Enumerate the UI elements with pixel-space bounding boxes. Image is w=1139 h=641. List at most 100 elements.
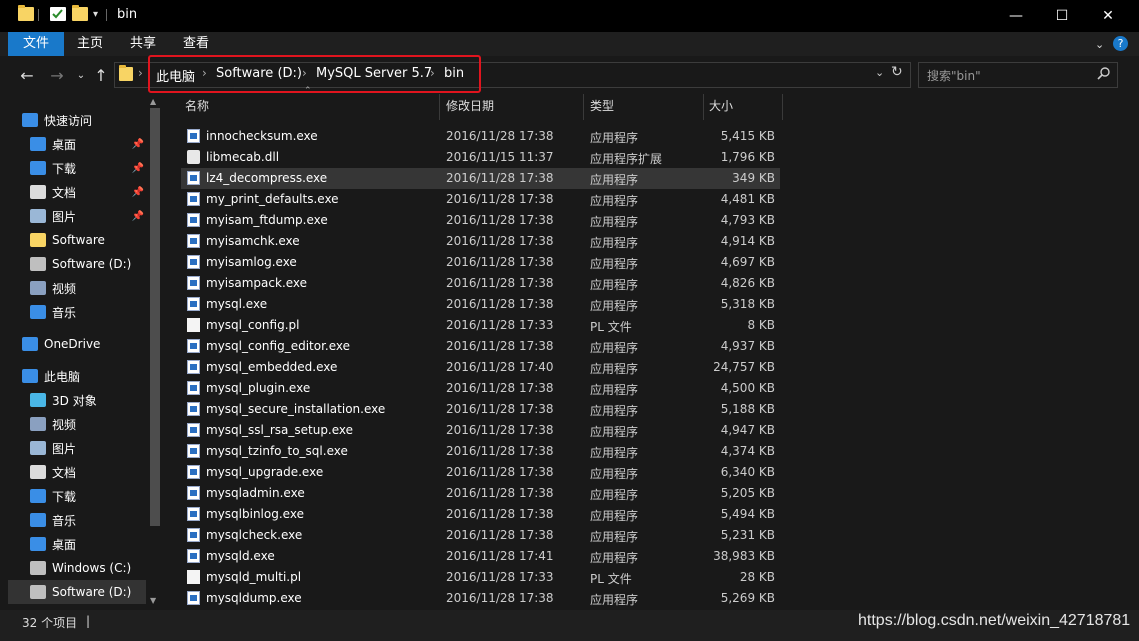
close-button[interactable]: ✕ — [1085, 0, 1131, 32]
file-row[interactable]: myisampack.exe 2016/11/28 17:38 应用程序 4,826 … — [181, 273, 780, 294]
properties-icon[interactable] — [50, 7, 66, 21]
sidebar-item[interactable]: OneDrive — [8, 332, 146, 356]
column-divider[interactable] — [583, 94, 584, 120]
file-row[interactable]: mysql.exe 2016/11/28 17:38 应用程序 5,318 KB — [181, 294, 780, 315]
file-name: mysqlcheck.exe — [206, 528, 303, 542]
ribbon-expand-icon[interactable]: ⌄ — [1095, 38, 1104, 51]
file-row[interactable]: myisamlog.exe 2016/11/28 17:38 应用程序 4,697 K… — [181, 252, 780, 273]
application-icon — [187, 549, 200, 563]
file-row[interactable]: mysql_config.pl 2016/11/28 17:33 PL 文件 8 KB — [181, 315, 780, 336]
sidebar-item[interactable]: 此电脑 — [8, 364, 146, 388]
file-row[interactable]: myisamchk.exe 2016/11/28 17:38 应用程序 4,914 K… — [181, 231, 780, 252]
tab-file[interactable]: 文件 — [8, 32, 64, 56]
sidebar-item[interactable]: 文档 📌 — [8, 180, 146, 204]
document-icon — [30, 185, 46, 199]
sidebar-item[interactable]: 音乐 — [8, 508, 146, 532]
sidebar-item[interactable]: 图片 — [8, 436, 146, 460]
address-dropdown-icon[interactable]: ⌄ — [875, 66, 884, 79]
sidebar-item-label: 视频 — [52, 281, 77, 296]
music-icon — [30, 513, 46, 527]
file-row[interactable]: mysql_plugin.exe 2016/11/28 17:38 应用程序 4,50… — [181, 378, 780, 399]
sidebar-item[interactable]: 图片 📌 — [8, 204, 146, 228]
scroll-down-icon[interactable]: ▼ — [150, 596, 156, 605]
sidebar-item[interactable]: 3D 对象 — [8, 388, 146, 412]
column-header-type[interactable]: 类型 — [590, 96, 614, 120]
file-row[interactable]: mysql_tzinfo_to_sql.exe 2016/11/28 17:38 应… — [181, 441, 780, 462]
file-row[interactable]: lz4_decompress.exe 2016/11/28 17:38 应用程序 34… — [181, 168, 780, 189]
sidebar-item[interactable]: 下载 📌 — [8, 156, 146, 180]
file-type: 应用程序 — [590, 404, 639, 418]
sidebar-item[interactable]: 下载 — [8, 484, 146, 508]
file-row[interactable]: libmecab.dll 2016/11/15 11:37 应用程序扩展 1,796 … — [181, 147, 780, 168]
desktop-icon — [30, 537, 46, 551]
sidebar-item[interactable]: 桌面 📌 — [8, 132, 146, 156]
sidebar-item[interactable]: Software (D:) — [8, 580, 146, 604]
windows-drive-icon — [30, 561, 46, 575]
chevron-right-icon[interactable]: › — [138, 66, 143, 80]
sidebar-item[interactable]: 桌面 — [8, 532, 146, 556]
application-icon — [187, 465, 200, 479]
file-row[interactable]: mysqladmin.exe 2016/11/28 17:38 应用程序 5,205 … — [181, 483, 780, 504]
file-row[interactable]: myisam_ftdump.exe 2016/11/28 17:38 应用程序 4,7… — [181, 210, 780, 231]
file-size: 4,826 KB — [720, 276, 775, 290]
sidebar-item[interactable]: Software (D:) — [8, 252, 146, 276]
recent-locations-icon[interactable]: ⌄ — [70, 64, 92, 86]
file-row[interactable]: mysqld.exe 2016/11/28 17:41 应用程序 38,983 KB — [181, 546, 780, 567]
file-row[interactable]: my_print_defaults.exe 2016/11/28 17:38 应用程… — [181, 189, 780, 210]
help-icon[interactable]: ? — [1113, 36, 1128, 51]
maximize-button[interactable]: ☐ — [1039, 0, 1085, 32]
sidebar-item[interactable]: 文档 — [8, 460, 146, 484]
file-name: lz4_decompress.exe — [206, 171, 328, 185]
file-row[interactable]: mysql_upgrade.exe 2016/11/28 17:38 应用程序 6,3… — [181, 462, 780, 483]
forward-button[interactable]: → — [46, 64, 68, 86]
scroll-up-icon[interactable]: ▲ — [150, 97, 156, 106]
sidebar-item[interactable]: 快速访问 — [8, 108, 146, 132]
cube-icon — [30, 393, 46, 407]
sidebar-item[interactable]: 音乐 — [8, 300, 146, 324]
sidebar-item[interactable]: 视频 — [8, 412, 146, 436]
sidebar-item[interactable]: 视频 — [8, 276, 146, 300]
column-header-size[interactable]: 大小 — [709, 96, 733, 120]
drive-icon — [30, 585, 46, 599]
column-divider[interactable] — [703, 94, 704, 120]
file-name: mysqldump.exe — [206, 591, 302, 605]
nav-scrollbar-thumb[interactable] — [150, 108, 160, 526]
new-folder-icon[interactable] — [72, 5, 88, 21]
column-header-name[interactable]: 名称 — [185, 96, 209, 120]
file-size: 5,318 KB — [720, 297, 775, 311]
minimize-button[interactable]: — — [993, 0, 1039, 32]
file-row[interactable]: mysql_secure_installation.exe 2016/11/28 … — [181, 399, 780, 420]
file-row[interactable]: mysql_embedded.exe 2016/11/28 17:40 应用程序 24… — [181, 357, 780, 378]
file-date: 2016/11/28 17:38 — [446, 486, 554, 500]
file-size: 4,481 KB — [720, 192, 775, 206]
application-icon — [187, 444, 200, 458]
file-size: 5,231 KB — [720, 528, 775, 542]
sidebar-item[interactable]: Windows (C:) — [8, 556, 146, 580]
column-divider[interactable] — [782, 94, 783, 120]
file-row[interactable]: mysqlcheck.exe 2016/11/28 17:38 应用程序 5,231 … — [181, 525, 780, 546]
file-name: mysqld.exe — [206, 549, 275, 563]
search-icon[interactable] — [1097, 66, 1111, 83]
text-file-icon — [187, 318, 200, 332]
back-button[interactable]: ← — [16, 64, 38, 86]
file-row[interactable]: mysqlbinlog.exe 2016/11/28 17:38 应用程序 5,494… — [181, 504, 780, 525]
document-icon — [30, 465, 46, 479]
file-row[interactable]: mysql_ssl_rsa_setup.exe 2016/11/28 17:38 应… — [181, 420, 780, 441]
file-list-scrollbar[interactable] — [1125, 94, 1139, 608]
refresh-icon[interactable]: ↻ — [891, 64, 903, 80]
up-button[interactable]: ↑ — [90, 64, 112, 86]
column-divider[interactable] — [439, 94, 440, 120]
file-row[interactable]: mysqld_multi.pl 2016/11/28 17:33 PL 文件 28 K… — [181, 567, 780, 588]
file-row[interactable]: mysqldump.exe 2016/11/28 17:38 应用程序 5,269 K… — [181, 588, 780, 609]
tab-share[interactable]: 共享 — [119, 32, 167, 56]
file-name: mysqladmin.exe — [206, 486, 305, 500]
column-header-date[interactable]: 修改日期 — [446, 96, 494, 120]
file-row[interactable]: mysql_config_editor.exe 2016/11/28 17:38 应… — [181, 336, 780, 357]
file-row[interactable]: innochecksum.exe 2016/11/28 17:38 应用程序 5,41… — [181, 126, 780, 147]
chevron-down-icon[interactable]: ▾ — [93, 9, 98, 20]
sidebar-item[interactable]: Software — [8, 228, 146, 252]
tab-home[interactable]: 主页 — [66, 32, 114, 56]
file-size: 8 KB — [747, 318, 775, 332]
highlight-box — [148, 55, 481, 93]
tab-view[interactable]: 查看 — [172, 32, 220, 56]
